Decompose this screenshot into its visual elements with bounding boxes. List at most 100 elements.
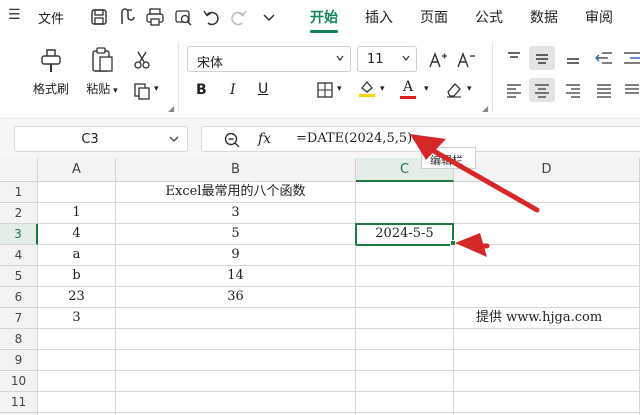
name-box[interactable]: C3	[14, 126, 188, 152]
insert-function-button[interactable]: fx	[258, 131, 271, 147]
file-menu[interactable]: 文件	[38, 8, 64, 27]
decrease-indent-icon[interactable]	[594, 48, 614, 68]
main-menu-icon[interactable]: ☰	[8, 7, 21, 23]
column-header-d[interactable]: D	[454, 158, 640, 182]
cell-c1[interactable]	[356, 182, 454, 203]
row-header-8[interactable]: 8	[0, 329, 38, 350]
row-header-1[interactable]: 1	[0, 182, 38, 203]
cell-a11[interactable]	[38, 392, 116, 413]
cell-d5[interactable]	[454, 266, 640, 287]
decrease-font-size-icon[interactable]	[456, 50, 476, 70]
row-header-4[interactable]: 4	[0, 245, 38, 266]
tab-data[interactable]: 数据	[530, 7, 558, 27]
font-color-dropdown-icon[interactable]: ▾	[424, 84, 429, 94]
cell-d3[interactable]	[454, 224, 640, 245]
align-bottom-icon[interactable]	[563, 48, 583, 68]
cell-a3[interactable]: 4	[38, 224, 116, 245]
font-name-select[interactable]: 宋体	[187, 46, 351, 72]
cell-b8[interactable]	[116, 329, 356, 350]
cell-a9[interactable]	[38, 350, 116, 371]
cell-d9[interactable]	[454, 350, 640, 371]
cell-c9[interactable]	[356, 350, 454, 371]
cell-a1[interactable]	[38, 182, 116, 203]
column-header-a[interactable]: A	[38, 158, 116, 182]
borders-icon[interactable]	[315, 80, 335, 100]
cell-c10[interactable]	[356, 371, 454, 392]
cell-d10[interactable]	[454, 371, 640, 392]
row-header-3[interactable]: 3	[0, 224, 38, 245]
font-color-button[interactable]: A	[403, 79, 413, 95]
clear-format-dropdown-icon[interactable]: ▾	[467, 84, 472, 94]
fill-color-dropdown-icon[interactable]: ▾	[380, 84, 385, 94]
cell-d11[interactable]	[454, 392, 640, 413]
tab-review[interactable]: 审阅	[585, 7, 613, 27]
cell-c5[interactable]	[356, 266, 454, 287]
underline-button[interactable]: U	[258, 81, 268, 97]
cell-d1[interactable]	[454, 182, 640, 203]
select-all-corner[interactable]	[0, 158, 38, 182]
format-painter-button[interactable]: 格式刷	[28, 46, 74, 97]
redo-icon[interactable]	[228, 6, 250, 28]
cell-b9[interactable]	[116, 350, 356, 371]
align-left-icon[interactable]	[504, 80, 524, 100]
font-launcher-icon[interactable]: ◢	[482, 104, 488, 113]
row-header-11[interactable]: 11	[0, 392, 38, 413]
cell-c2[interactable]	[356, 203, 454, 224]
cell-a6[interactable]: 23	[38, 287, 116, 308]
cell-c7[interactable]	[356, 308, 454, 329]
cell-b3[interactable]: 5	[116, 224, 356, 245]
cell-b1[interactable]: Excel最常用的八个函数	[116, 182, 356, 203]
undo-icon[interactable]	[200, 6, 222, 28]
cell-a5[interactable]: b	[38, 266, 116, 287]
clipboard-launcher-icon[interactable]: ◢	[168, 104, 174, 113]
increase-font-size-icon[interactable]	[428, 50, 448, 70]
cell-a10[interactable]	[38, 371, 116, 392]
copy-dropdown-icon[interactable]: ▾	[154, 84, 159, 94]
row-header-6[interactable]: 6	[0, 287, 38, 308]
align-middle-button[interactable]	[529, 46, 555, 70]
cell-d7[interactable]: 提供 www.hjga.com	[454, 308, 640, 329]
cell-a7[interactable]: 3	[38, 308, 116, 329]
increase-indent-icon[interactable]	[622, 48, 640, 68]
cell-b7[interactable]	[116, 308, 356, 329]
cell-d4[interactable]	[454, 245, 640, 266]
save-icon[interactable]	[88, 6, 110, 28]
distributed-align-icon[interactable]	[622, 80, 640, 100]
bold-button[interactable]: B	[196, 82, 207, 98]
row-header-5[interactable]: 5	[0, 266, 38, 287]
chevron-down-icon[interactable]	[258, 6, 280, 28]
row-header-2[interactable]: 2	[0, 203, 38, 224]
cell-b6[interactable]: 36	[116, 287, 356, 308]
italic-button[interactable]: I	[230, 82, 236, 98]
cell-b10[interactable]	[116, 371, 356, 392]
cell-b11[interactable]	[116, 392, 356, 413]
cell-a4[interactable]: a	[38, 245, 116, 266]
zoom-icon[interactable]	[223, 131, 241, 149]
clear-format-icon[interactable]	[444, 79, 464, 99]
fill-color-icon[interactable]	[357, 78, 377, 98]
tab-insert[interactable]: 插入	[365, 7, 393, 27]
row-header-9[interactable]: 9	[0, 350, 38, 371]
cell-c4[interactable]	[356, 245, 454, 266]
borders-dropdown-icon[interactable]: ▾	[337, 84, 342, 94]
cell-a8[interactable]	[38, 329, 116, 350]
fill-handle[interactable]	[450, 240, 456, 246]
cell-c3[interactable]: 2024-5-5	[355, 223, 454, 246]
justify-icon[interactable]	[594, 80, 614, 100]
cell-c6[interactable]	[356, 287, 454, 308]
print-preview-icon[interactable]	[172, 6, 194, 28]
export-pdf-icon[interactable]	[116, 6, 138, 28]
cell-b4[interactable]: 9	[116, 245, 356, 266]
paste-button[interactable]: 粘贴 ▾	[80, 46, 124, 97]
tab-formulas[interactable]: 公式	[475, 7, 503, 27]
cell-d8[interactable]	[454, 329, 640, 350]
tab-home[interactable]: 开始	[310, 7, 338, 27]
cell-d2[interactable]	[454, 203, 640, 224]
align-top-icon[interactable]	[504, 48, 524, 68]
align-right-icon[interactable]	[563, 80, 583, 100]
cell-a2[interactable]: 1	[38, 203, 116, 224]
copy-icon[interactable]	[132, 81, 152, 101]
cell-b5[interactable]: 14	[116, 266, 356, 287]
cell-d6[interactable]	[454, 287, 640, 308]
print-icon[interactable]	[144, 6, 166, 28]
